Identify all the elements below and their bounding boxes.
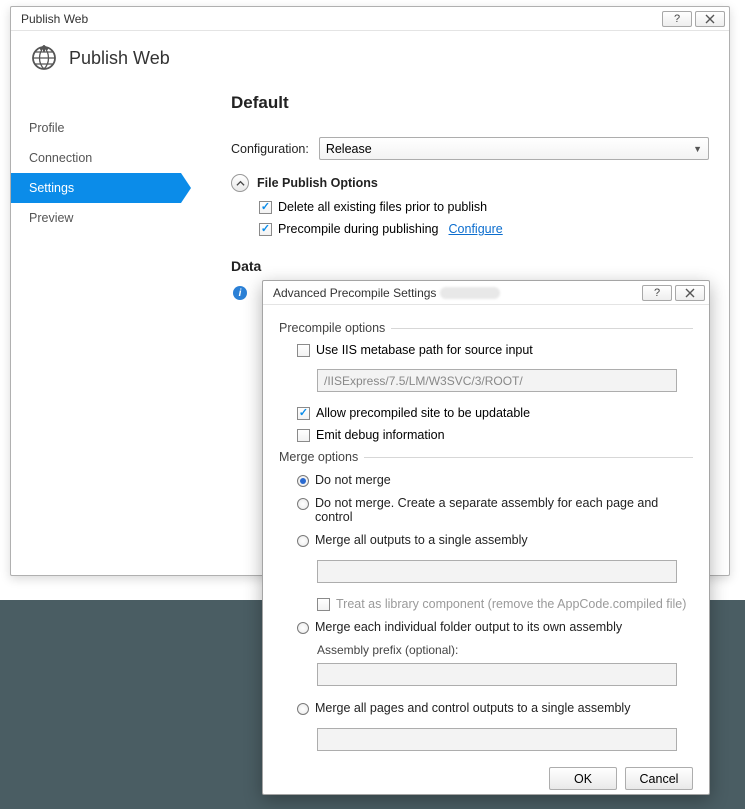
- obscured-text: [440, 287, 500, 299]
- dialog-close-button[interactable]: [675, 285, 705, 301]
- sidebar-item-profile[interactable]: Profile: [11, 113, 181, 143]
- chevron-up-icon: [236, 179, 245, 188]
- merge-option-3-label: Merge each individual folder output to i…: [315, 620, 622, 634]
- advanced-precompile-dialog: Advanced Precompile Settings ? Precompil…: [262, 280, 710, 795]
- assembly-prefix-label: Assembly prefix (optional):: [317, 643, 693, 657]
- emit-debug-label: Emit debug information: [316, 428, 445, 442]
- ok-button[interactable]: OK: [549, 767, 617, 790]
- allow-updatable-label: Allow precompiled site to be updatable: [316, 406, 530, 420]
- merge-option-1-label: Do not merge. Create a separate assembly…: [315, 496, 693, 524]
- merge-option-4-radio[interactable]: [297, 703, 309, 715]
- merge-legend: Merge options: [279, 450, 358, 464]
- titlebar: Publish Web ?: [11, 7, 729, 31]
- sidebar-item-settings[interactable]: Settings: [11, 173, 181, 203]
- treat-library-checkbox: [317, 598, 330, 611]
- merge-option-1-radio[interactable]: [297, 498, 309, 510]
- merge-option-4-label: Merge all pages and control outputs to a…: [315, 701, 630, 715]
- delete-existing-label: Delete all existing files prior to publi…: [278, 200, 487, 214]
- precompile-checkbox[interactable]: [259, 223, 272, 236]
- dialog-titlebar: Advanced Precompile Settings ?: [263, 281, 709, 305]
- file-publish-expander[interactable]: [231, 174, 249, 192]
- precompile-legend: Precompile options: [279, 321, 385, 335]
- globe-publish-icon: [31, 45, 57, 71]
- emit-debug-checkbox[interactable]: [297, 429, 310, 442]
- merge-option-3-radio[interactable]: [297, 622, 309, 634]
- merge-option-2-label: Merge all outputs to a single assembly: [315, 533, 528, 547]
- iis-path-input: [317, 369, 677, 392]
- merge-option-0-radio[interactable]: [297, 475, 309, 487]
- sidebar-item-connection[interactable]: Connection: [11, 143, 181, 173]
- header-title: Publish Web: [69, 48, 170, 69]
- use-iis-label: Use IIS metabase path for source input: [316, 343, 533, 357]
- window-title: Publish Web: [21, 12, 662, 26]
- profile-name: Default: [231, 93, 709, 113]
- assembly-prefix-input: [317, 663, 677, 686]
- close-icon: [705, 14, 715, 24]
- treat-library-label: Treat as library component (remove the A…: [336, 597, 686, 611]
- close-icon: [685, 288, 695, 298]
- dropdown-icon: ▼: [693, 144, 702, 154]
- single-assembly-name-input: [317, 560, 677, 583]
- merge-option-0-label: Do not merge: [315, 473, 391, 487]
- configure-link[interactable]: Configure: [449, 222, 503, 236]
- file-publish-title: File Publish Options: [257, 176, 378, 190]
- header: Publish Web: [11, 31, 729, 85]
- allow-updatable-checkbox[interactable]: [297, 407, 310, 420]
- delete-existing-checkbox[interactable]: [259, 201, 272, 214]
- merge-all-pages-input: [317, 728, 677, 751]
- databases-section-label: Data: [231, 258, 709, 274]
- info-icon: i: [233, 286, 247, 300]
- configuration-value: Release: [326, 142, 372, 156]
- close-button[interactable]: [695, 11, 725, 27]
- cancel-button[interactable]: Cancel: [625, 767, 693, 790]
- precompile-label: Precompile during publishing: [278, 222, 439, 236]
- sidebar: Profile Connection Settings Preview: [11, 85, 181, 573]
- dialog-help-button[interactable]: ?: [642, 285, 672, 301]
- help-button[interactable]: ?: [662, 11, 692, 27]
- configuration-select[interactable]: Release ▼: [319, 137, 709, 160]
- dialog-title: Advanced Precompile Settings: [273, 286, 436, 300]
- merge-option-2-radio[interactable]: [297, 535, 309, 547]
- configuration-label: Configuration:: [231, 142, 309, 156]
- use-iis-checkbox[interactable]: [297, 344, 310, 357]
- sidebar-item-preview[interactable]: Preview: [11, 203, 181, 233]
